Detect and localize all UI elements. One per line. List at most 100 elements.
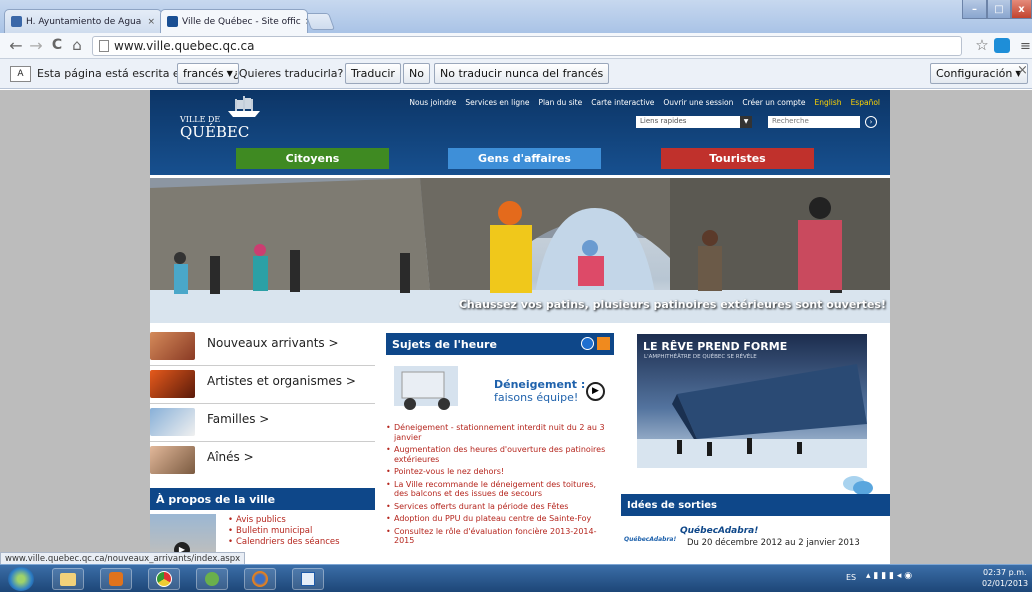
news-list: Déneigement - stationnement interdit nui… <box>386 423 610 549</box>
tab-close-icon[interactable]: × <box>305 17 307 27</box>
translate-button[interactable]: Traducir <box>345 63 401 84</box>
news-item[interactable]: Pointez-vous le nez dehors! <box>386 467 610 477</box>
top-link-contact[interactable]: Nous joindre <box>409 98 456 107</box>
clock-time[interactable]: 02:37 p.m. <box>983 568 1027 577</box>
new-tab-button[interactable] <box>304 13 336 30</box>
browser-tab-strip: H. Ayuntamiento de Agua × Ville de Québe… <box>0 0 1032 33</box>
tab-label: H. Ayuntamiento de Agua <box>26 16 142 27</box>
home-button[interactable]: ⌂ <box>67 36 87 54</box>
taskbar-media[interactable] <box>100 568 132 590</box>
media-player-icon <box>109 572 123 586</box>
language-select[interactable]: francés ▼ <box>177 63 239 84</box>
chevron-down-icon: ▼ <box>226 69 233 78</box>
tab-ayuntamiento[interactable]: H. Ayuntamiento de Agua × <box>4 9 162 33</box>
top-link-map[interactable]: Carte interactive <box>591 98 654 107</box>
no-button[interactable]: No <box>403 63 430 84</box>
reve-subtitle: L'AMPHITHÉÂTRE DE QUÉBEC SE RÉVÈLE <box>644 354 757 360</box>
link-artistes[interactable]: Artistes et organismes > <box>150 366 375 404</box>
ship-logo-icon <box>228 96 260 117</box>
tab-label: Ville de Québec - Site offic <box>182 16 301 27</box>
left-item-label: Artistes et organismes > <box>207 374 356 388</box>
url-text: www.ville.quebec.qc.ca <box>114 39 255 53</box>
tray-icons[interactable]: ▴ ▮ ▮ ▮ ◂ ◉ <box>866 571 912 581</box>
news-item[interactable]: La Ville recommande le déneigement des t… <box>386 480 610 499</box>
top-navigation: Nous joindre Services en ligne Plan du s… <box>409 98 880 107</box>
amphitheatre-banner[interactable]: LE RÊVE PREND FORME L'AMPHITHÉÂTRE DE QU… <box>637 334 867 468</box>
translate-settings-button[interactable]: Configuración ▼ <box>930 63 1028 84</box>
event-dates: Du 20 décembre 2012 au 2 janvier 2013 <box>687 538 860 548</box>
top-link-sitemap[interactable]: Plan du site <box>538 98 582 107</box>
news-item[interactable]: Services offerts durant la période des F… <box>386 502 610 512</box>
top-link-register[interactable]: Créer un compte <box>742 98 805 107</box>
link-familles[interactable]: Familles > <box>150 404 375 442</box>
translate-question: ¿Quieres traducirla? <box>233 67 344 80</box>
calendriers-link[interactable]: Calendriers des séances <box>228 537 340 548</box>
quebec-website: VILLE DE QUÉBEC Nous joindre Services en… <box>150 90 890 564</box>
event-title[interactable]: QuébecAdabra! <box>680 526 758 536</box>
seniors-thumbnail <box>150 446 195 474</box>
news-item[interactable]: Consultez le rôle d'évaluation foncière … <box>386 527 610 546</box>
translate-message: Esta página está escrita en <box>37 67 187 80</box>
taskbar-explorer[interactable] <box>52 568 84 590</box>
avis-publics-link[interactable]: Avis publics <box>228 515 340 526</box>
quick-links-value: Liens rapides <box>640 117 687 125</box>
logo-line2: QUÉBEC <box>180 123 250 141</box>
taskbar-chrome[interactable] <box>148 568 180 590</box>
site-header: VILLE DE QUÉBEC Nous joindre Services en… <box>150 90 890 175</box>
top-link-services[interactable]: Services en ligne <box>465 98 529 107</box>
maximize-button[interactable]: □ <box>987 0 1011 19</box>
bookmark-star-icon[interactable]: ☆ <box>972 36 992 54</box>
forward-button[interactable]: → <box>26 36 46 55</box>
site-favicon-icon <box>11 16 22 27</box>
ville-de-quebec-logo[interactable]: VILLE DE QUÉBEC <box>168 94 278 141</box>
page-icon <box>99 40 109 52</box>
play-circle-icon[interactable]: ▶ <box>586 382 605 401</box>
search-go-icon[interactable]: › <box>865 116 877 128</box>
newcomers-thumbnail <box>150 332 195 360</box>
language-indicator[interactable]: ES <box>846 573 856 582</box>
minimize-button[interactable]: – <box>962 0 987 19</box>
sujets-header: Sujets de l'heure <box>386 333 614 355</box>
news-item[interactable]: Augmentation des heures d'ouverture des … <box>386 445 610 464</box>
lang-spanish-link[interactable]: Español <box>851 98 880 107</box>
rss-icon[interactable] <box>597 337 610 350</box>
never-translate-button[interactable]: No traducir nunca del francés <box>434 63 610 84</box>
clock-date[interactable]: 02/01/2013 <box>982 579 1028 588</box>
lang-english-link[interactable]: English <box>814 98 841 107</box>
bulletin-link[interactable]: Bulletin municipal <box>228 526 340 537</box>
about-links-list: Avis publics Bulletin municipal Calendri… <box>228 515 340 548</box>
document-icon <box>301 572 315 586</box>
quebecadabra-logo[interactable]: QuébecAdabra! <box>624 536 678 552</box>
reload-button[interactable]: C <box>47 37 67 53</box>
close-window-button[interactable]: x <box>1011 0 1032 19</box>
taskbar-firefox[interactable] <box>244 568 276 590</box>
start-button[interactable] <box>8 567 34 591</box>
hero-banner[interactable]: Chaussez vos patins, plusieurs patinoire… <box>150 178 890 323</box>
link-aines[interactable]: Aînés > <box>150 442 375 480</box>
back-button[interactable]: ← <box>6 36 26 55</box>
taskbar-messenger[interactable] <box>196 568 228 590</box>
translate-icon: A <box>10 66 31 82</box>
twitter-icon[interactable] <box>581 337 594 350</box>
tab-ville-quebec[interactable]: Ville de Québec - Site offic × <box>160 9 308 33</box>
category-affaires[interactable]: Gens d'affaires <box>448 148 601 169</box>
skype-extension-icon[interactable] <box>994 38 1010 53</box>
deneigement-banner[interactable]: Déneigement : faisons équipe! ▶ <box>386 360 614 416</box>
sujets-title: Sujets de l'heure <box>392 337 497 351</box>
link-nouveaux-arrivants[interactable]: Nouveaux arrivants > <box>150 328 375 366</box>
tab-close-icon[interactable]: × <box>147 17 155 27</box>
search-input[interactable]: Recherche <box>768 116 860 128</box>
menu-icon[interactable]: ≡ <box>1020 39 1031 54</box>
artists-thumbnail <box>150 370 195 398</box>
category-touristes[interactable]: Touristes <box>661 148 814 169</box>
news-item[interactable]: Déneigement - stationnement interdit nui… <box>386 423 610 442</box>
close-infobar-icon[interactable]: × <box>1017 63 1028 78</box>
category-citoyens[interactable]: Citoyens <box>236 148 389 169</box>
folder-icon <box>60 572 76 586</box>
families-thumbnail <box>150 408 195 436</box>
quick-links-select[interactable]: Liens rapides ▼ <box>636 116 752 128</box>
address-bar[interactable]: www.ville.quebec.qc.ca <box>92 36 962 56</box>
top-link-login[interactable]: Ouvrir une session <box>663 98 733 107</box>
taskbar-explorer-doc[interactable] <box>292 568 324 590</box>
news-item[interactable]: Adoption du PPU du plateau centre de Sai… <box>386 514 610 524</box>
